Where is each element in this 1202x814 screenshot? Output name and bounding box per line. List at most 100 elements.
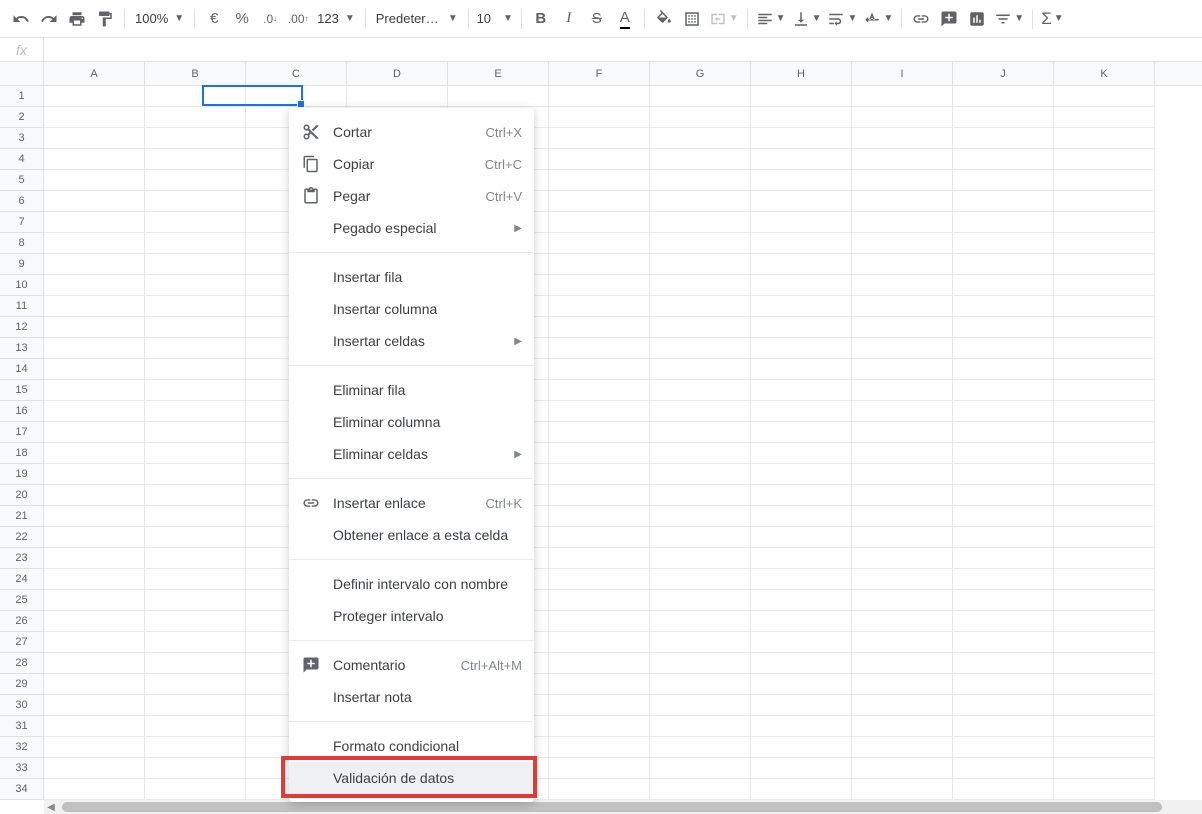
cell[interactable]	[650, 149, 751, 170]
cell[interactable]	[145, 653, 246, 674]
cell[interactable]	[44, 590, 145, 611]
cell[interactable]	[650, 548, 751, 569]
row-header[interactable]: 26	[0, 611, 43, 632]
cell[interactable]	[145, 674, 246, 695]
cell[interactable]	[145, 317, 246, 338]
column-header[interactable]: C	[246, 62, 347, 85]
cell[interactable]	[650, 653, 751, 674]
cell[interactable]	[1054, 632, 1155, 653]
cell[interactable]	[751, 128, 852, 149]
cell[interactable]	[852, 758, 953, 779]
row-header[interactable]: 2	[0, 107, 43, 128]
cell[interactable]	[145, 506, 246, 527]
row-header[interactable]: 13	[0, 338, 43, 359]
cell[interactable]	[852, 107, 953, 128]
row-header[interactable]: 22	[0, 527, 43, 548]
cell[interactable]	[549, 254, 650, 275]
cell[interactable]	[549, 317, 650, 338]
cell[interactable]	[1054, 779, 1155, 800]
cell[interactable]	[145, 611, 246, 632]
cell[interactable]	[751, 632, 852, 653]
cell[interactable]	[1054, 590, 1155, 611]
cell[interactable]	[145, 380, 246, 401]
cell[interactable]	[852, 716, 953, 737]
cell[interactable]	[44, 674, 145, 695]
cell[interactable]	[1054, 191, 1155, 212]
cell[interactable]	[650, 212, 751, 233]
cell[interactable]	[953, 695, 1054, 716]
cell[interactable]	[953, 86, 1054, 107]
cell[interactable]	[549, 506, 650, 527]
cell[interactable]	[751, 485, 852, 506]
cell[interactable]	[1054, 527, 1155, 548]
cell[interactable]	[852, 653, 953, 674]
cell[interactable]	[650, 695, 751, 716]
cell[interactable]	[44, 212, 145, 233]
cell[interactable]	[44, 338, 145, 359]
cell[interactable]	[145, 590, 246, 611]
font-selector[interactable]: Predetermi...▼	[372, 11, 462, 26]
cell[interactable]	[751, 233, 852, 254]
cell[interactable]	[1054, 149, 1155, 170]
cell[interactable]	[650, 611, 751, 632]
cell[interactable]	[1054, 233, 1155, 254]
cell[interactable]	[44, 422, 145, 443]
cell[interactable]	[953, 212, 1054, 233]
cell[interactable]	[145, 170, 246, 191]
column-header[interactable]: H	[751, 62, 852, 85]
column-header[interactable]: K	[1054, 62, 1155, 85]
cell[interactable]	[44, 380, 145, 401]
cell[interactable]	[751, 359, 852, 380]
increase-decimal-button[interactable]: .00↑	[285, 6, 311, 32]
cell[interactable]	[1054, 275, 1155, 296]
fill-color-button[interactable]	[651, 6, 677, 32]
row-header[interactable]: 30	[0, 695, 43, 716]
cell[interactable]	[953, 296, 1054, 317]
row-header[interactable]: 24	[0, 569, 43, 590]
cell[interactable]	[751, 191, 852, 212]
cell[interactable]	[650, 254, 751, 275]
cell[interactable]	[44, 317, 145, 338]
cell[interactable]	[145, 107, 246, 128]
cell[interactable]	[852, 611, 953, 632]
cm-paste-special[interactable]: Pegado especial ▶	[289, 212, 534, 244]
cell[interactable]	[549, 107, 650, 128]
cell[interactable]	[852, 569, 953, 590]
cell[interactable]	[145, 359, 246, 380]
cell[interactable]	[44, 128, 145, 149]
cell[interactable]	[852, 149, 953, 170]
cell[interactable]	[650, 674, 751, 695]
cell[interactable]	[650, 422, 751, 443]
cell[interactable]	[751, 254, 852, 275]
italic-button[interactable]: I	[556, 6, 582, 32]
cell[interactable]	[145, 422, 246, 443]
cell[interactable]	[44, 569, 145, 590]
cell[interactable]	[549, 548, 650, 569]
cm-delete-cells[interactable]: Eliminar celdas▶	[289, 438, 534, 470]
cm-insert-row[interactable]: Insertar fila	[289, 261, 534, 293]
cell[interactable]	[1054, 569, 1155, 590]
cell[interactable]	[1054, 548, 1155, 569]
cell[interactable]	[650, 86, 751, 107]
row-header[interactable]: 10	[0, 275, 43, 296]
row-header[interactable]: 25	[0, 590, 43, 611]
cell[interactable]	[549, 128, 650, 149]
cell[interactable]	[1054, 485, 1155, 506]
cell[interactable]	[852, 443, 953, 464]
cell[interactable]	[751, 695, 852, 716]
cell[interactable]	[852, 380, 953, 401]
cell[interactable]	[953, 464, 1054, 485]
cell[interactable]	[650, 632, 751, 653]
cell[interactable]	[852, 506, 953, 527]
cell[interactable]	[751, 716, 852, 737]
cell[interactable]	[953, 401, 1054, 422]
cell[interactable]	[549, 170, 650, 191]
cell[interactable]	[650, 779, 751, 800]
cell[interactable]	[145, 275, 246, 296]
cell[interactable]	[953, 611, 1054, 632]
cell[interactable]	[953, 716, 1054, 737]
select-all-corner[interactable]	[0, 62, 44, 86]
cell[interactable]	[549, 653, 650, 674]
cell[interactable]	[953, 359, 1054, 380]
cell[interactable]	[852, 212, 953, 233]
